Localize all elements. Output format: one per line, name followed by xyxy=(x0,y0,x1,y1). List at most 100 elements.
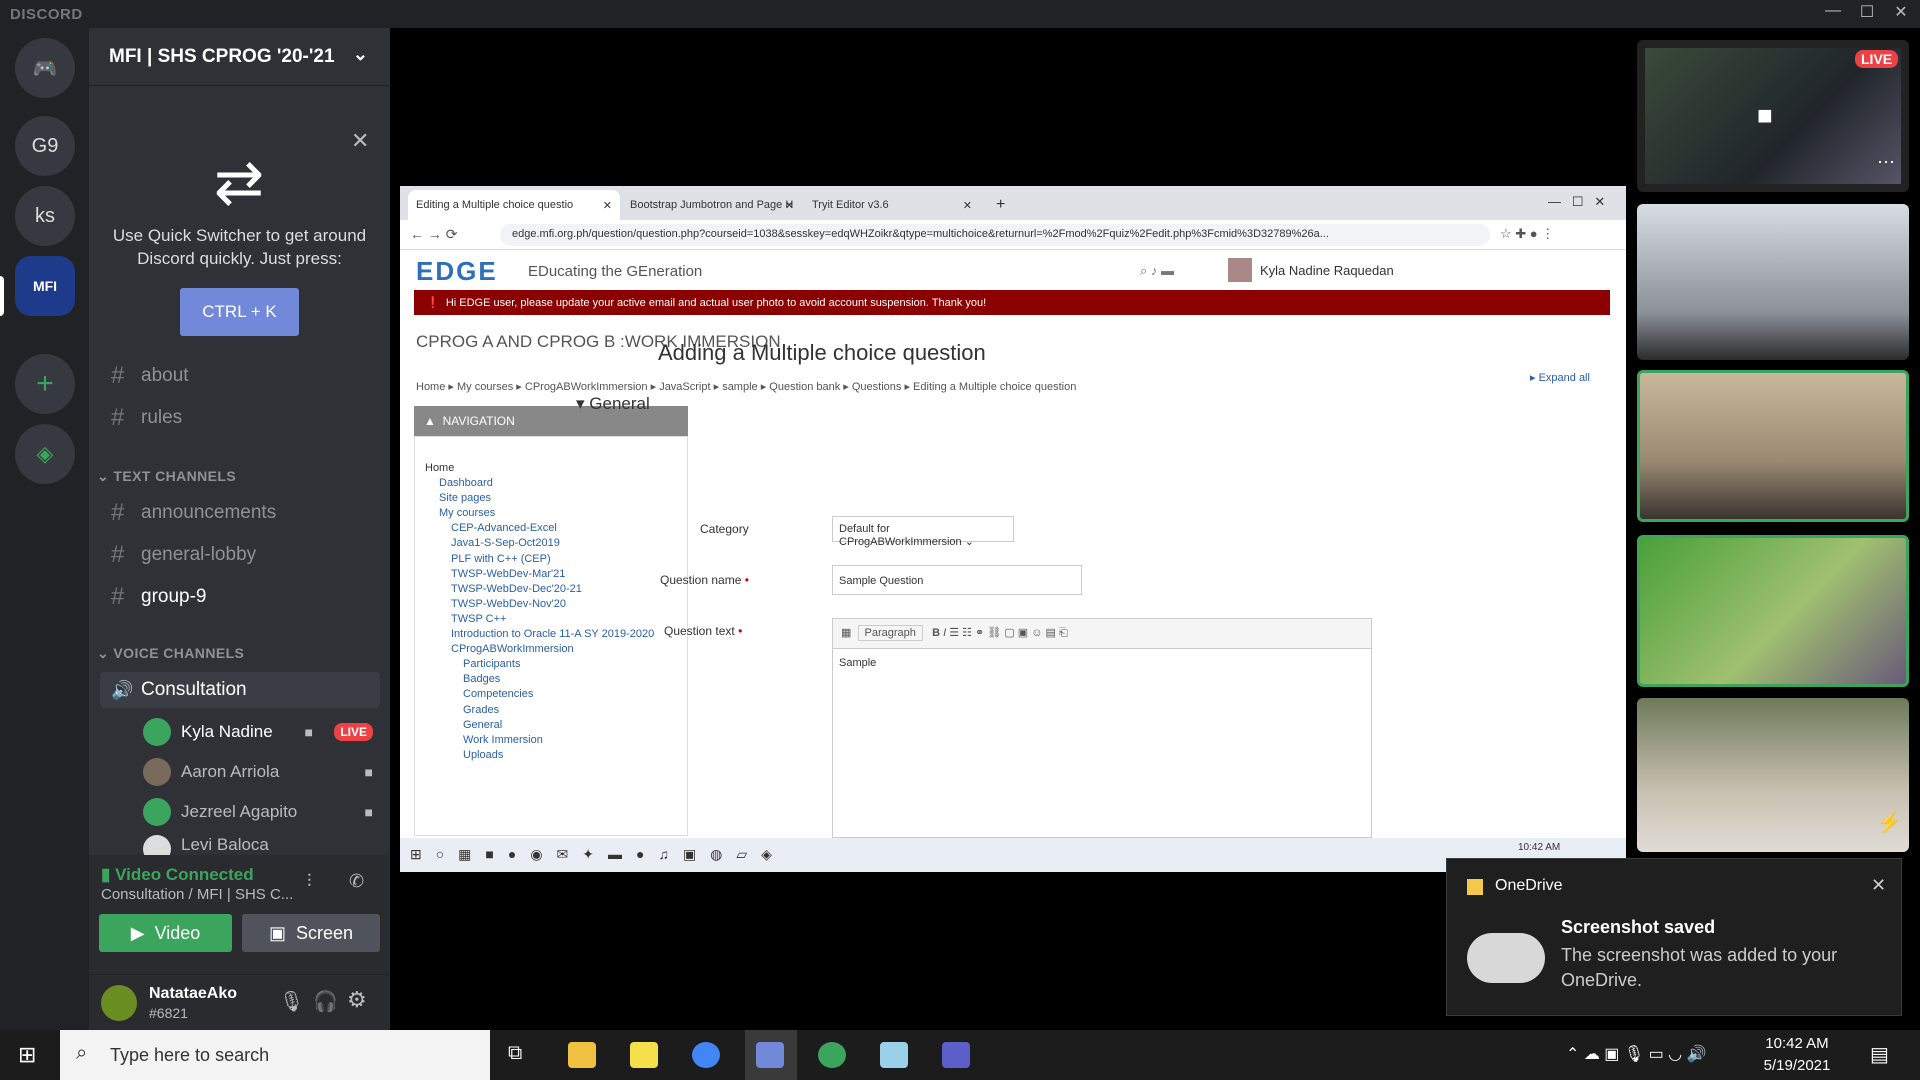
stream-preview[interactable]: LIVE ■ ⋯ xyxy=(1637,40,1909,192)
close-icon[interactable]: ✕ xyxy=(1871,875,1886,896)
close-icon[interactable]: ✕ xyxy=(351,128,369,154)
nav-arrows-icon[interactable]: ← → ⟳ xyxy=(410,226,458,243)
breadcrumb-item[interactable]: CProgABWorkImmersion xyxy=(525,381,648,393)
sticky-notes-icon[interactable] xyxy=(630,1042,658,1068)
taskbar-app-icons[interactable]: ⊞○▦■●◉✉✦▬●♫▣◍▱◈ xyxy=(410,846,786,863)
notification-toast[interactable]: OneDrive ✕ Screenshot saved The screensh… xyxy=(1446,858,1902,1016)
header-icons[interactable]: ⌕ ♪ ▬ xyxy=(1140,263,1174,279)
video-button[interactable]: ▶ Video xyxy=(99,914,232,952)
nav-item[interactable]: TWSP C++ xyxy=(425,612,677,627)
channel-general-lobby[interactable]: # general-lobby xyxy=(89,537,390,573)
webcam-tile[interactable]: ⚡ xyxy=(1637,698,1909,852)
close-icon[interactable]: ✕ xyxy=(963,199,972,212)
url-field[interactable]: edge.mfi.org.ph/question/question.php?co… xyxy=(500,224,1490,246)
shortcut-button[interactable]: CTRL + K xyxy=(180,288,299,336)
avatar[interactable] xyxy=(1228,258,1252,282)
editor-content[interactable]: Sample xyxy=(833,649,1371,677)
browser-tab[interactable]: Bootstrap Jumbotron and Page H ✕ xyxy=(622,190,802,220)
expand-all-link[interactable]: ▸ Expand all xyxy=(1530,371,1590,384)
nav-item[interactable]: Competencies xyxy=(425,687,677,702)
nav-item[interactable]: Site pages xyxy=(425,491,677,506)
nav-item[interactable]: My courses xyxy=(425,506,677,521)
disconnect-icon[interactable]: ✆ xyxy=(349,871,364,892)
channel-announcements[interactable]: # announcements xyxy=(89,495,390,531)
nav-item[interactable]: Participants xyxy=(425,657,677,672)
section-general[interactable]: ▾ General xyxy=(576,394,650,414)
breadcrumb-item[interactable]: sample xyxy=(722,381,757,393)
voice-channel-consultation[interactable]: 🔊 Consultation xyxy=(100,672,380,708)
voice-user[interactable]: Kyla Nadine ■ LIVE xyxy=(143,715,383,749)
window-controls[interactable]: — ☐ ✕ xyxy=(1548,194,1605,210)
browser-toolbar-icons[interactable]: ☆ ✚ ● ⋮ xyxy=(1500,226,1554,242)
app-icon[interactable] xyxy=(818,1042,846,1068)
close-icon[interactable]: ✕ xyxy=(1886,2,1916,22)
category-voice-channels[interactable]: ⌄ VOICE CHANNELS xyxy=(97,645,244,662)
close-icon[interactable]: ✕ xyxy=(785,199,794,212)
nav-item[interactable]: Java1-S-Sep-Oct2019 xyxy=(425,536,677,551)
category-select[interactable]: Default for CProgABWorkImmersion ⌄ xyxy=(832,516,1014,548)
windows-start-icon[interactable]: ⊞ xyxy=(18,1042,36,1068)
server-ks[interactable]: ks xyxy=(15,186,75,246)
close-icon[interactable]: ✕ xyxy=(603,199,612,212)
maximize-icon[interactable]: ☐ xyxy=(1852,2,1882,22)
file-explorer-icon[interactable] xyxy=(568,1042,596,1068)
connection-location[interactable]: Consultation / MFI | SHS C... xyxy=(101,886,293,903)
server-mfi[interactable]: MFI xyxy=(15,256,75,316)
nav-item[interactable]: TWSP-WebDev-Nov'20 xyxy=(425,597,677,612)
microphone-icon[interactable]: 🎙 xyxy=(279,989,304,1014)
channel-about[interactable]: # about xyxy=(89,358,390,394)
guild-header[interactable]: MFI | SHS CPROG '20-'21 ⌄ xyxy=(89,28,390,86)
question-text-editor[interactable]: ▦ Paragraph B I ☰ ☷ ⚭ ⛓ ▢ ▣ ☺ ▤ ⎗ Sample xyxy=(832,618,1372,838)
nav-item[interactable]: TWSP-WebDev-Dec'20-21 xyxy=(425,582,677,597)
webcam-tile[interactable] xyxy=(1637,204,1909,360)
category-text-channels[interactable]: ⌄ TEXT CHANNELS xyxy=(97,468,236,485)
breadcrumb-item[interactable]: My courses xyxy=(457,381,513,393)
breadcrumb-item[interactable]: Questions xyxy=(852,381,902,393)
headphones-icon[interactable]: 🎧 xyxy=(313,989,338,1014)
nav-item[interactable]: Grades xyxy=(425,703,677,718)
paragraph-select[interactable]: Paragraph xyxy=(857,625,923,641)
browser-tab[interactable]: Tryit Editor v3.6 ✕ xyxy=(804,190,980,220)
nav-item[interactable]: Introduction to Oracle 11-A SY 2019-2020 xyxy=(425,627,677,642)
nav-item[interactable]: CProgABWorkImmersion xyxy=(425,642,677,657)
voice-user[interactable]: Jezreel Agapito ■ xyxy=(143,795,383,829)
notification-center-icon[interactable]: ▤ xyxy=(1870,1042,1889,1067)
noise-suppression-icon[interactable]: ⫶ xyxy=(307,871,312,892)
server-g9[interactable]: G9 xyxy=(15,116,75,176)
screen-button[interactable]: ▣ Screen xyxy=(242,914,380,952)
discord-taskbar-icon[interactable] xyxy=(756,1042,784,1068)
nav-item[interactable]: General xyxy=(425,718,677,733)
nav-item[interactable]: TWSP-WebDev-Mar'21 xyxy=(425,567,677,582)
app-icon[interactable] xyxy=(880,1042,908,1068)
breadcrumb-item[interactable]: JavaScript xyxy=(659,381,710,393)
user-menu[interactable]: Kyla Nadine Raquedan xyxy=(1260,263,1394,278)
nav-item[interactable]: CEP-Advanced-Excel xyxy=(425,521,677,536)
more-options-icon[interactable]: ⋯ xyxy=(1877,152,1895,173)
site-logo[interactable]: EDGE xyxy=(416,256,498,287)
webcam-tile-speaking[interactable] xyxy=(1637,535,1909,687)
channel-group-9[interactable]: # group-9 xyxy=(89,579,390,615)
taskbar-search[interactable]: ⌕ Type here to search xyxy=(60,1030,490,1080)
chrome-icon[interactable] xyxy=(692,1042,720,1068)
question-name-input[interactable]: Sample Question xyxy=(832,565,1082,595)
add-server-icon[interactable]: + xyxy=(15,354,75,414)
channel-rules[interactable]: # rules xyxy=(89,400,390,436)
breadcrumb-item[interactable]: Question bank xyxy=(769,381,840,393)
nav-item[interactable]: Dashboard xyxy=(425,476,677,491)
taskbar-time[interactable]: 10:42 AM xyxy=(1752,1035,1842,1052)
nav-item[interactable]: Uploads xyxy=(425,748,677,763)
connection-status[interactable]: ▮ Video Connected xyxy=(101,865,254,885)
voice-user[interactable]: Levi Baloca xyxy=(143,835,383,855)
system-tray-icons[interactable]: ⌃ ☁ ▣ 🎙 ▭ ◡ 🔊 xyxy=(1566,1044,1707,1064)
task-view-icon[interactable]: ⧉ xyxy=(508,1042,536,1068)
minimize-icon[interactable]: — xyxy=(1818,2,1848,20)
nav-item[interactable]: PLF with C++ (CEP) xyxy=(425,552,677,567)
nav-item[interactable]: Work Immersion xyxy=(425,733,677,748)
discord-home-icon[interactable]: 🎮 xyxy=(15,38,75,98)
new-tab-icon[interactable]: + xyxy=(988,190,1018,220)
nav-item[interactable]: Badges xyxy=(425,672,677,687)
settings-gear-icon[interactable]: ⚙ xyxy=(347,987,367,1013)
taskbar-date[interactable]: 5/19/2021 xyxy=(1752,1057,1842,1074)
explore-icon[interactable]: ◈ xyxy=(15,424,75,484)
avatar[interactable] xyxy=(101,985,137,1021)
